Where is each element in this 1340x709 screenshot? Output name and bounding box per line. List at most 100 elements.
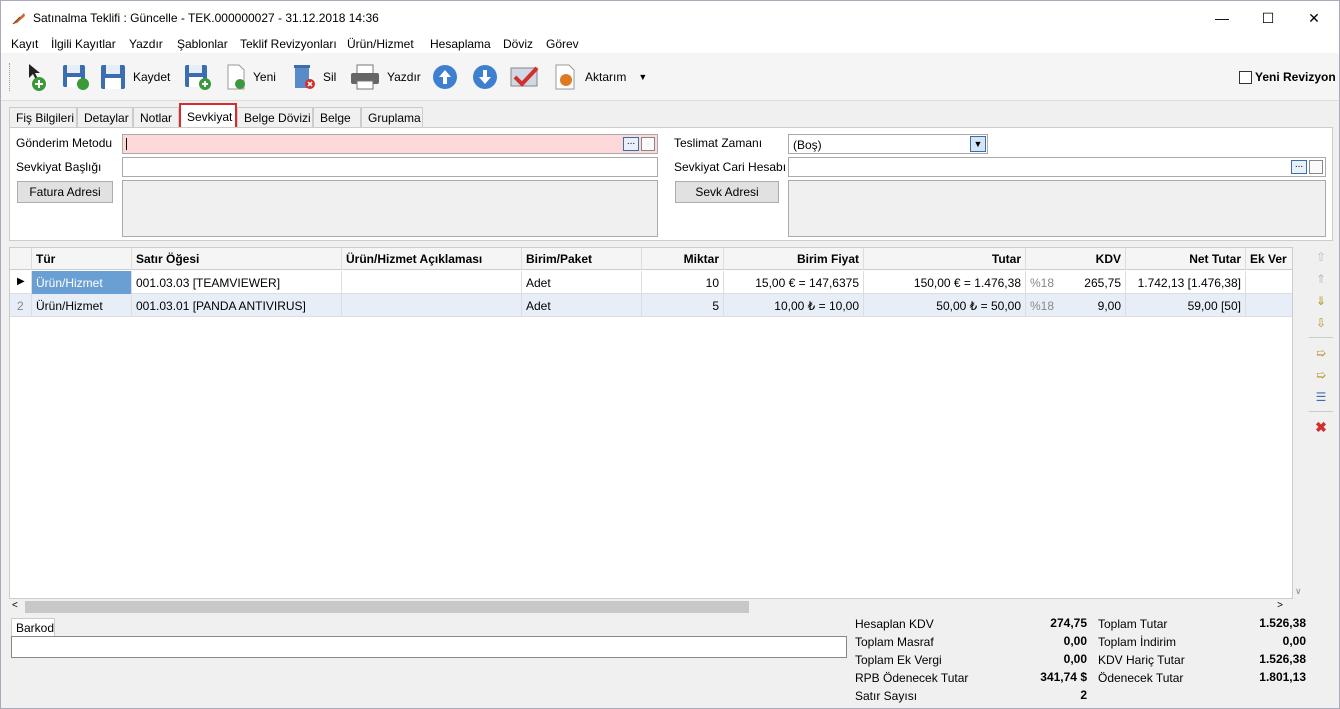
table-row[interactable]: ▶ Ürün/Hizmet 001.03.03 [TEAMVIEWER] Ade… xyxy=(10,271,1292,294)
shipping-address-button[interactable]: Sevk Adresi xyxy=(675,181,779,203)
shipping-account-field[interactable]: ... xyxy=(788,157,1326,177)
calendar-icon[interactable] xyxy=(1309,160,1323,174)
invoice-address-button[interactable]: Fatura Adresi xyxy=(17,181,113,203)
delivery-time-combo[interactable]: (Boş) ▼ xyxy=(788,134,988,154)
header-item[interactable]: Satır Öğesi xyxy=(132,248,342,270)
cell-unit-price[interactable]: 10,00 ₺ = 10,00 xyxy=(724,294,864,317)
scroll-down-icon[interactable]: ∨ xyxy=(1295,586,1302,597)
save-button[interactable]: Kaydet xyxy=(99,61,170,93)
close-button[interactable]: ✕ xyxy=(1291,1,1337,35)
cell-unit[interactable]: Adet xyxy=(522,294,642,317)
move-row-down-icon[interactable]: ⇓ xyxy=(1313,293,1329,309)
shipping-title-field[interactable] xyxy=(122,157,658,177)
maximize-button[interactable]: ☐ xyxy=(1245,1,1291,35)
new-button[interactable]: Yeni xyxy=(225,61,276,93)
delete-row-icon[interactable]: ✖ xyxy=(1313,419,1329,435)
header-description[interactable]: Ürün/Hizmet Açıklaması xyxy=(342,248,522,270)
transfer-button[interactable]: Aktarım ▼ xyxy=(553,61,647,93)
cell-vat[interactable]: 265,75 xyxy=(1066,271,1126,294)
new-label: Yeni xyxy=(253,70,276,84)
ellipsis-icon[interactable]: ... xyxy=(623,137,639,151)
list-edit-icon[interactable]: ☰ xyxy=(1313,389,1329,405)
cell-vat-rate[interactable]: %18 xyxy=(1026,294,1066,317)
chevron-down-icon[interactable]: ▼ xyxy=(970,136,986,152)
barcode-tab[interactable]: Barkod xyxy=(11,618,55,636)
header-extra-tax[interactable]: Ek Ver xyxy=(1246,248,1292,270)
new-revision-checkbox[interactable]: Yeni Revizyon xyxy=(1239,61,1336,93)
cell-amount[interactable]: 50,00 ₺ = 50,00 xyxy=(864,294,1026,317)
menu-kayit[interactable]: Kayıt xyxy=(11,37,38,51)
tab-belge-dovizi[interactable]: Belge Dövizi xyxy=(237,107,313,128)
cell-description[interactable] xyxy=(342,294,522,317)
menu-sablonlar[interactable]: Şablonlar xyxy=(177,37,228,51)
header-vat[interactable]: KDV xyxy=(1026,248,1126,270)
cell-type[interactable]: Ürün/Hizmet xyxy=(32,294,132,317)
cell-vat-rate[interactable]: %18 xyxy=(1026,271,1066,294)
header-quantity[interactable]: Miktar xyxy=(642,248,724,270)
cell-extra-tax[interactable] xyxy=(1246,294,1292,317)
menu-hesaplama[interactable]: Hesaplama xyxy=(430,37,491,51)
ellipsis-icon[interactable]: ... xyxy=(1291,160,1307,174)
save-new-button[interactable] xyxy=(183,61,213,93)
horizontal-scroll-thumb[interactable] xyxy=(25,601,749,613)
add-record-button[interactable] xyxy=(25,61,51,93)
table-row[interactable]: 2 Ürün/Hizmet 001.03.01 [PANDA ANTIVIRUS… xyxy=(10,294,1292,317)
menu-ilgili-kayitlar[interactable]: İlgili Kayıtlar xyxy=(51,37,116,51)
delete-button[interactable]: Sil xyxy=(291,61,336,93)
cell-extra-tax[interactable] xyxy=(1246,271,1292,294)
scroll-right-icon[interactable]: > xyxy=(1277,600,1283,611)
cell-unit-price[interactable]: 15,00 € = 147,6375 xyxy=(724,271,864,294)
duplicate-row-icon[interactable]: ➯ xyxy=(1313,367,1329,383)
summary-payable-label: Ödenecek Tutar xyxy=(1098,671,1184,685)
scroll-left-icon[interactable]: < xyxy=(12,600,18,611)
move-top-icon[interactable]: ⇧ xyxy=(1313,249,1329,265)
move-bottom-icon[interactable]: ⇩ xyxy=(1313,315,1329,331)
minimize-button[interactable]: — xyxy=(1199,1,1245,35)
move-up-button[interactable] xyxy=(431,61,459,93)
cell-item[interactable]: 001.03.03 [TEAMVIEWER] xyxy=(132,271,342,294)
print-button[interactable]: Yazdır xyxy=(349,61,421,93)
checkbox-box[interactable] xyxy=(1239,70,1252,84)
tab-sevkiyat[interactable]: Sevkiyat xyxy=(179,103,237,129)
barcode-input[interactable] xyxy=(11,636,847,658)
header-unit-price[interactable]: Birim Fiyat xyxy=(724,248,864,270)
move-row-up-icon[interactable]: ⇑ xyxy=(1313,271,1329,287)
header-net-amount[interactable]: Net Tutar xyxy=(1126,248,1246,270)
tab-belge[interactable]: Belge xyxy=(313,107,361,128)
header-type[interactable]: Tür xyxy=(32,248,132,270)
approve-button[interactable] xyxy=(509,61,541,93)
cell-amount[interactable]: 150,00 € = 1.476,38 xyxy=(864,271,1026,294)
menu-teklif-revizyonlari[interactable]: Teklif Revizyonları xyxy=(240,37,337,51)
tab-detaylar[interactable]: Detaylar xyxy=(77,107,133,128)
menu-urun-hizmet[interactable]: Ürün/Hizmet xyxy=(347,37,414,51)
shipping-method-field[interactable]: ... xyxy=(122,134,658,154)
tab-gruplama[interactable]: Gruplama xyxy=(361,107,423,128)
cell-quantity[interactable]: 10 xyxy=(642,271,724,294)
horizontal-scrollbar[interactable]: < > xyxy=(9,599,1293,615)
cell-description[interactable] xyxy=(342,271,522,294)
vertical-scrollbar[interactable]: ∨ xyxy=(1293,247,1307,599)
cell-net-amount[interactable]: 59,00 [50] xyxy=(1126,294,1246,317)
shipping-account-label: Sevkiyat Cari Hesabı xyxy=(674,160,787,174)
tab-fis-bilgileri[interactable]: Fiş Bilgileri xyxy=(9,107,77,128)
summary-rpb-value: 341,74 $ xyxy=(971,670,1091,686)
toolbar-grip[interactable] xyxy=(9,63,12,91)
menu-yazdir[interactable]: Yazdır xyxy=(129,37,163,51)
cell-item[interactable]: 001.03.01 [PANDA ANTIVIRUS] xyxy=(132,294,342,317)
insert-row-icon[interactable]: ➯ xyxy=(1313,345,1329,361)
cell-vat[interactable]: 9,00 xyxy=(1066,294,1126,317)
transfer-dropdown-icon[interactable]: ▼ xyxy=(638,72,647,82)
calendar-icon[interactable] xyxy=(641,137,655,151)
cell-type[interactable]: Ürün/Hizmet xyxy=(32,271,132,294)
menu-gorev[interactable]: Görev xyxy=(546,37,579,51)
tab-notlar[interactable]: Notlar xyxy=(133,107,179,128)
header-unit[interactable]: Birim/Paket xyxy=(522,248,642,270)
menu-doviz[interactable]: Döviz xyxy=(503,37,533,51)
save-refresh-button[interactable] xyxy=(61,61,91,93)
move-down-button[interactable] xyxy=(471,61,499,93)
header-amount[interactable]: Tutar xyxy=(864,248,1026,270)
summary-total-value: 1.526,38 xyxy=(1190,616,1310,632)
cell-quantity[interactable]: 5 xyxy=(642,294,724,317)
cell-net-amount[interactable]: 1.742,13 [1.476,38] xyxy=(1126,271,1246,294)
cell-unit[interactable]: Adet xyxy=(522,271,642,294)
